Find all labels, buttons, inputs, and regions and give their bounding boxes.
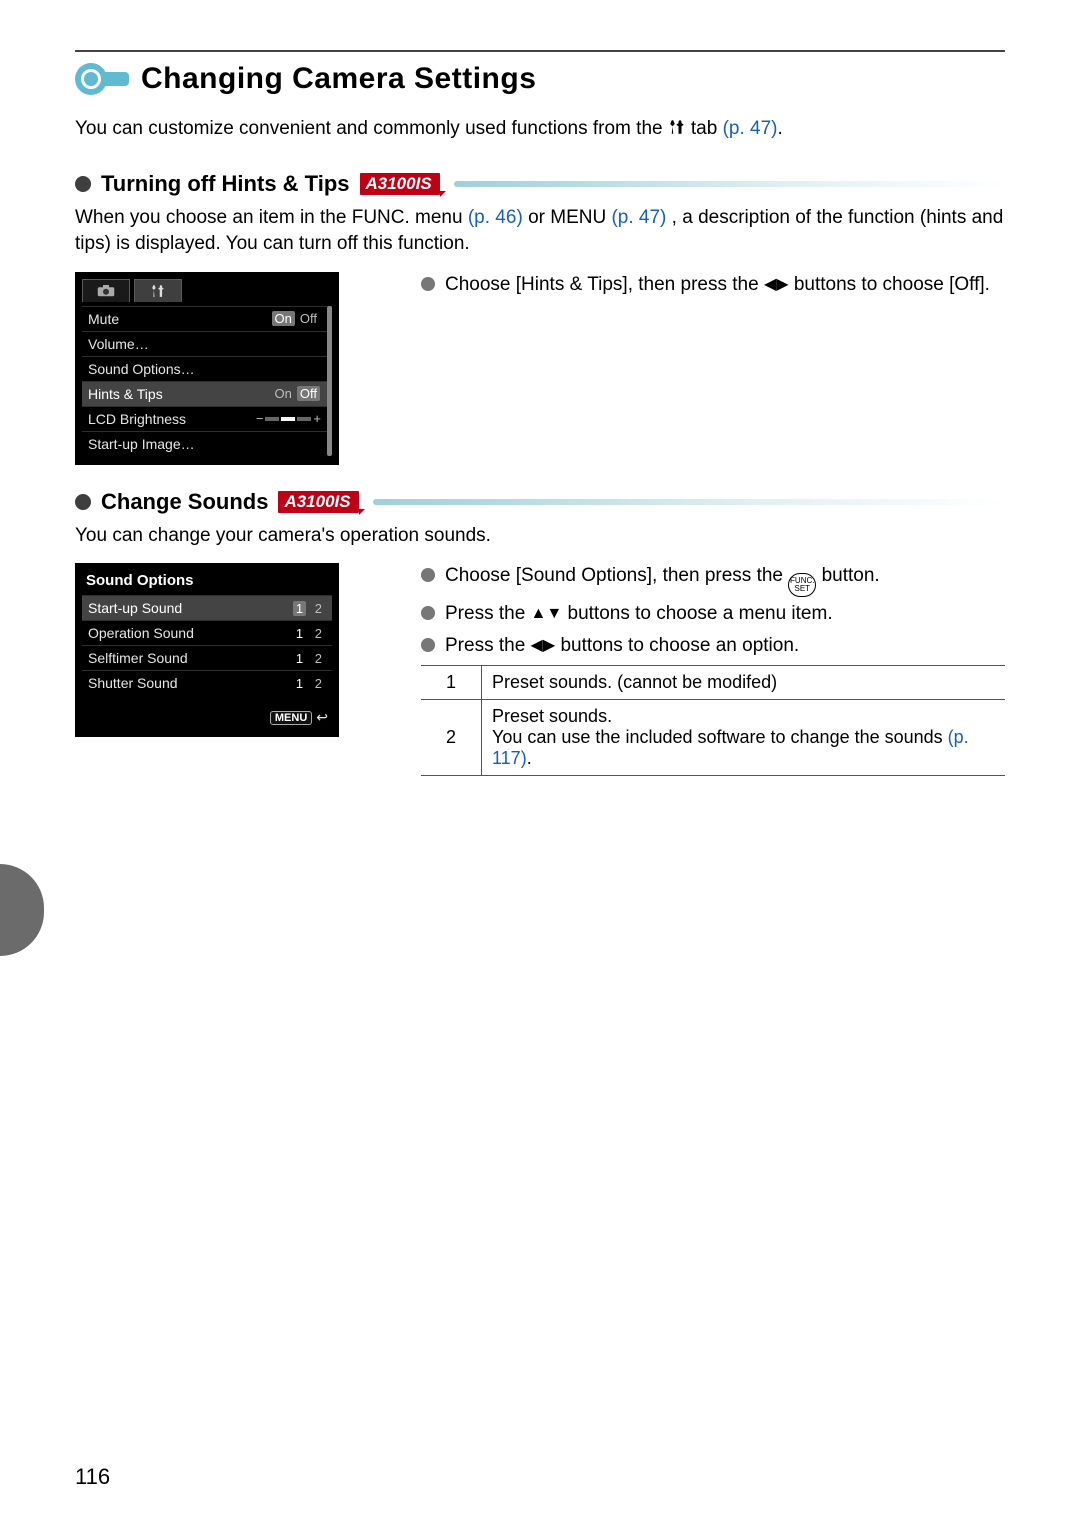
instruction-item: Press the ◀▶ buttons to choose an option… [421, 633, 1005, 659]
bullet-icon [421, 638, 435, 652]
bullet-icon [421, 568, 435, 582]
sub-heading-sounds: Change Sounds A3100IS [75, 489, 1005, 515]
model-badge: A3100IS [278, 491, 358, 513]
cam-row-shutter-sound: Shutter Sound 1 2 [82, 670, 332, 695]
hints-body: When you choose an item in the FUNC. men… [75, 205, 1005, 258]
camera-icon [97, 285, 115, 297]
left-right-arrow-icon: ◀▶ [531, 637, 556, 654]
cam-title: Sound Options [82, 570, 332, 595]
instruction-item: Choose [Hints & Tips], then press the ◀▶… [421, 272, 1005, 298]
back-arrow-icon: ↩ [316, 709, 328, 726]
intro-text-2: tab [691, 118, 723, 139]
cam-row-volume: Volume… [82, 331, 327, 356]
left-right-arrow-icon: ◀▶ [764, 276, 789, 293]
sounds-intro: You can change your camera's operation s… [75, 523, 1005, 550]
bullet-icon [421, 606, 435, 620]
top-rule [75, 50, 1005, 52]
table-row: 2 Preset sounds. You can use the include… [421, 699, 1005, 775]
intro-paragraph: You can customize convenient and commonl… [75, 116, 1005, 143]
sub-bullet-icon [75, 494, 91, 510]
page-number: 116 [75, 1464, 110, 1490]
cam-row-hints-tips: Hints & Tips OnOff [82, 381, 327, 406]
wrench-icon [150, 284, 166, 298]
camera-menu-hints: Mute OnOff Volume… Sound Options… [75, 272, 339, 465]
sound-presets-table: 1 Preset sounds. (cannot be modifed) 2 P… [421, 665, 1005, 776]
instruction-item: Press the ▲▼ buttons to choose a menu it… [421, 601, 1005, 627]
table-cell-num: 1 [421, 665, 482, 699]
page-title-row: Changing Camera Settings [75, 62, 1005, 96]
page-ref-link[interactable]: (p. 47) [723, 118, 778, 139]
model-badge: A3100IS [360, 173, 440, 195]
cam-row-lcd-brightness: LCD Brightness − + [82, 406, 327, 431]
table-cell-text: Preset sounds. (cannot be modifed) [482, 665, 1006, 699]
camera-tab-shoot [82, 279, 130, 302]
cam-row-sound-options: Sound Options… [82, 356, 327, 381]
cam-row-operation-sound: Operation Sound 1 2 [82, 620, 332, 645]
sub-heading-hints: Turning off Hints & Tips A3100IS [75, 171, 1005, 197]
camera-menu-sounds: Sound Options Start-up Sound 1 2 Operati… [75, 563, 339, 737]
table-cell-num: 2 [421, 699, 482, 775]
table-row: 1 Preset sounds. (cannot be modifed) [421, 665, 1005, 699]
camera-tab-tools [134, 279, 182, 302]
cam-row-mute: Mute OnOff [82, 306, 327, 331]
section-side-tab [0, 864, 44, 956]
sub-title: Turning off Hints & Tips [101, 171, 350, 197]
sub-rule [373, 499, 1005, 505]
cam-row-selftimer-sound: Selftimer Sound 1 2 [82, 645, 332, 670]
bullet-icon [421, 277, 435, 291]
title-bullet-icon [75, 63, 129, 95]
cam-row-startup-sound: Start-up Sound 1 2 [82, 595, 332, 620]
cam-menu-footer: MENU ↩ [82, 695, 332, 728]
menu-label: MENU [270, 711, 312, 725]
cam-row-startup-image: Start-up Image… [82, 431, 327, 456]
intro-text: You can customize convenient and commonl… [75, 118, 668, 139]
sub-bullet-icon [75, 176, 91, 192]
sub-title: Change Sounds [101, 489, 268, 515]
instruction-item: Choose [Sound Options], then press the F… [421, 563, 1005, 595]
func-set-icon: FUNC.SET [788, 573, 816, 597]
cam-scrollbar [327, 306, 332, 456]
page-ref-link[interactable]: (p. 46) [468, 207, 523, 228]
table-cell-text: Preset sounds. You can use the included … [482, 699, 1006, 775]
up-down-arrow-icon: ▲▼ [531, 606, 563, 623]
page-title: Changing Camera Settings [141, 62, 536, 96]
sub-rule [454, 181, 1005, 187]
page-ref-link[interactable]: (p. 47) [611, 207, 666, 228]
tools-icon [668, 118, 691, 138]
